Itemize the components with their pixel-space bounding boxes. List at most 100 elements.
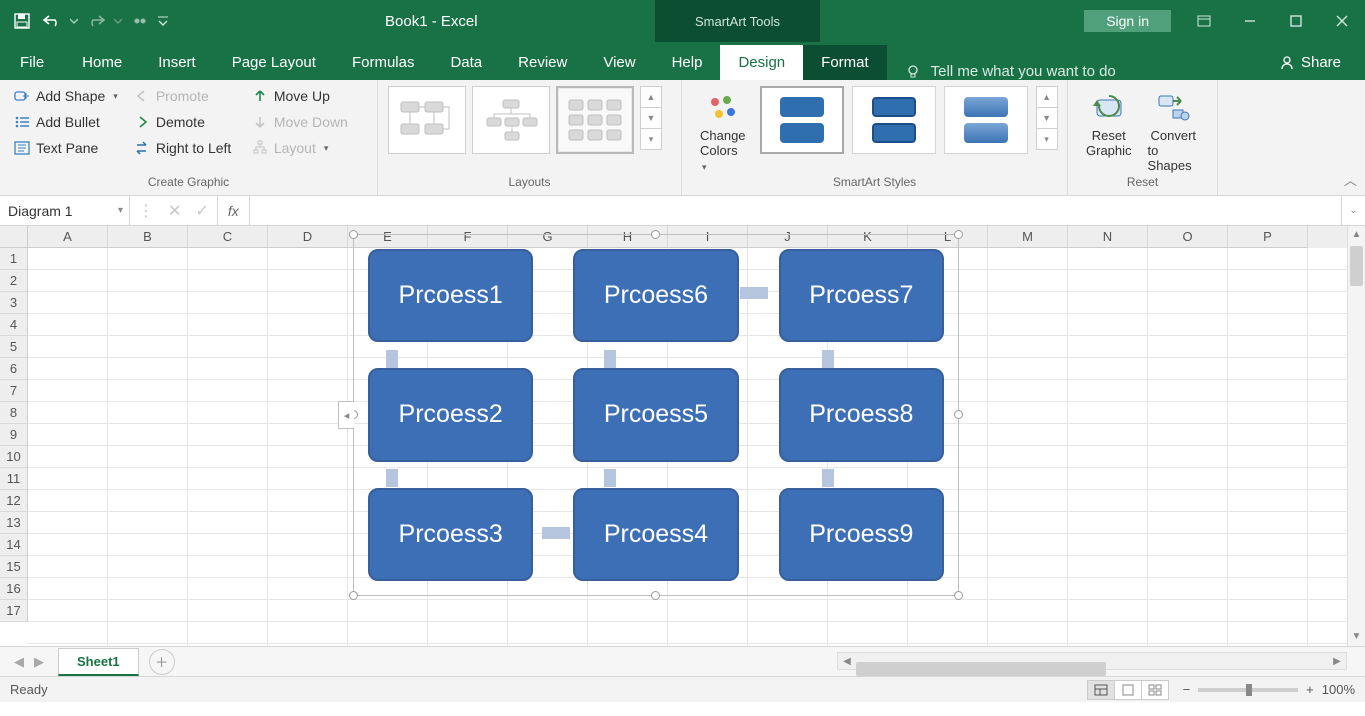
- undo-icon[interactable]: [38, 7, 66, 35]
- scroll-right-icon[interactable]: ▶: [1328, 656, 1346, 667]
- tab-formulas[interactable]: Formulas: [334, 45, 433, 80]
- ribbon-options-icon[interactable]: [1181, 0, 1227, 42]
- col-header[interactable]: P: [1228, 226, 1308, 248]
- zoom-slider[interactable]: [1198, 688, 1298, 692]
- row-header[interactable]: 6: [0, 358, 28, 380]
- gallery-up-icon[interactable]: ▲: [1036, 86, 1058, 108]
- vertical-scrollbar[interactable]: ▲ ▼: [1347, 226, 1365, 646]
- normal-view-icon[interactable]: [1087, 680, 1115, 700]
- smartart-node[interactable]: Prcoess9: [779, 488, 944, 581]
- row-header[interactable]: 15: [0, 556, 28, 578]
- new-sheet-button[interactable]: ＋: [149, 649, 175, 675]
- row-header[interactable]: 12: [0, 490, 28, 512]
- tab-help[interactable]: Help: [654, 45, 721, 80]
- fx-icon[interactable]: fx: [218, 196, 250, 225]
- tab-format[interactable]: Format: [803, 45, 887, 80]
- scroll-down-icon[interactable]: ▼: [1348, 628, 1365, 646]
- col-header[interactable]: A: [28, 226, 108, 248]
- row-header[interactable]: 10: [0, 446, 28, 468]
- sheet-prev-icon[interactable]: ◀: [14, 654, 24, 670]
- zoom-out-icon[interactable]: −: [1183, 682, 1191, 697]
- tab-view[interactable]: View: [585, 45, 653, 80]
- save-icon[interactable]: [8, 7, 36, 35]
- resize-handle[interactable]: [651, 230, 660, 239]
- change-colors-button[interactable]: Change Colors ▾: [692, 86, 754, 173]
- smartart-node[interactable]: Prcoess4: [573, 488, 738, 581]
- zoom-knob[interactable]: [1246, 684, 1252, 696]
- tab-page-layout[interactable]: Page Layout: [214, 45, 334, 80]
- smartart-node[interactable]: Prcoess2: [368, 368, 533, 461]
- row-header[interactable]: 4: [0, 314, 28, 336]
- col-header[interactable]: C: [188, 226, 268, 248]
- scroll-thumb[interactable]: [1350, 246, 1363, 286]
- page-layout-view-icon[interactable]: [1114, 680, 1142, 700]
- layout-thumbnail[interactable]: [388, 86, 466, 154]
- minimize-icon[interactable]: [1227, 0, 1273, 42]
- tab-insert[interactable]: Insert: [140, 45, 214, 80]
- add-shape-button[interactable]: Add Shape▾: [10, 86, 122, 106]
- row-header[interactable]: 16: [0, 578, 28, 600]
- style-thumbnail[interactable]: [944, 86, 1028, 154]
- scroll-thumb[interactable]: [856, 662, 1106, 676]
- text-pane-button[interactable]: Text Pane: [10, 138, 122, 158]
- gallery-down-icon[interactable]: ▼: [640, 107, 662, 129]
- touch-mode-icon[interactable]: [126, 7, 154, 35]
- tab-home[interactable]: Home: [64, 45, 140, 80]
- row-header[interactable]: 8: [0, 402, 28, 424]
- maximize-icon[interactable]: [1273, 0, 1319, 42]
- smartart-object[interactable]: ◂ Prcoess1 Prcoess6 Prcoess7 Prcoess2 Pr…: [353, 234, 959, 596]
- text-pane-toggle-icon[interactable]: ◂: [338, 401, 354, 429]
- resize-handle[interactable]: [349, 230, 358, 239]
- page-break-view-icon[interactable]: [1141, 680, 1169, 700]
- gallery-down-icon[interactable]: ▼: [1036, 107, 1058, 129]
- resize-handle[interactable]: [954, 230, 963, 239]
- style-thumbnail-selected[interactable]: [760, 86, 844, 154]
- smartart-node[interactable]: Prcoess7: [779, 249, 944, 342]
- sheet-next-icon[interactable]: ▶: [34, 654, 44, 670]
- smartart-node[interactable]: Prcoess6: [573, 249, 738, 342]
- gallery-up-icon[interactable]: ▲: [640, 86, 662, 108]
- convert-to-shapes-button[interactable]: Convert to Shapes: [1140, 86, 1207, 173]
- sign-in-button[interactable]: Sign in: [1084, 10, 1171, 32]
- row-header[interactable]: 11: [0, 468, 28, 490]
- demote-button[interactable]: Demote: [130, 112, 240, 132]
- horizontal-scrollbar[interactable]: ◀ ▶: [837, 652, 1347, 670]
- tab-review[interactable]: Review: [500, 45, 585, 80]
- zoom-level[interactable]: 100%: [1322, 682, 1355, 697]
- reset-graphic-button[interactable]: Reset Graphic: [1078, 86, 1140, 173]
- col-header[interactable]: D: [268, 226, 348, 248]
- resize-handle[interactable]: [954, 591, 963, 600]
- gallery-more-icon[interactable]: ▾: [640, 128, 662, 150]
- smartart-node[interactable]: Prcoess5: [573, 368, 738, 461]
- col-header[interactable]: N: [1068, 226, 1148, 248]
- smartart-node[interactable]: Prcoess3: [368, 488, 533, 581]
- row-header[interactable]: 3: [0, 292, 28, 314]
- tab-file[interactable]: File: [0, 45, 64, 80]
- collapse-ribbon-icon[interactable]: ︿: [1344, 170, 1357, 189]
- layout-thumbnail[interactable]: [472, 86, 550, 154]
- share-button[interactable]: Share: [1255, 45, 1365, 80]
- name-box[interactable]: Diagram 1 ▾: [0, 196, 130, 225]
- close-icon[interactable]: [1319, 0, 1365, 42]
- redo-dropdown-icon[interactable]: [112, 7, 124, 35]
- tab-design[interactable]: Design: [720, 45, 803, 80]
- resize-handle[interactable]: [651, 591, 660, 600]
- style-thumbnail[interactable]: [852, 86, 936, 154]
- row-header[interactable]: 1: [0, 248, 28, 270]
- add-bullet-button[interactable]: Add Bullet: [10, 112, 122, 132]
- sheet-tab-active[interactable]: Sheet1: [58, 648, 139, 676]
- resize-handle[interactable]: [349, 591, 358, 600]
- select-all-corner[interactable]: [0, 226, 28, 248]
- tell-me-search[interactable]: Tell me what you want to do: [887, 63, 1134, 80]
- resize-handle[interactable]: [954, 410, 963, 419]
- scroll-left-icon[interactable]: ◀: [838, 656, 856, 667]
- row-header[interactable]: 14: [0, 534, 28, 556]
- col-header[interactable]: B: [108, 226, 188, 248]
- col-header[interactable]: M: [988, 226, 1068, 248]
- expand-formula-bar-icon[interactable]: ⌄: [1341, 196, 1365, 225]
- gallery-more-icon[interactable]: ▾: [1036, 128, 1058, 150]
- chevron-down-icon[interactable]: ▾: [118, 205, 123, 216]
- redo-icon[interactable]: [82, 7, 110, 35]
- row-header[interactable]: 5: [0, 336, 28, 358]
- row-header[interactable]: 2: [0, 270, 28, 292]
